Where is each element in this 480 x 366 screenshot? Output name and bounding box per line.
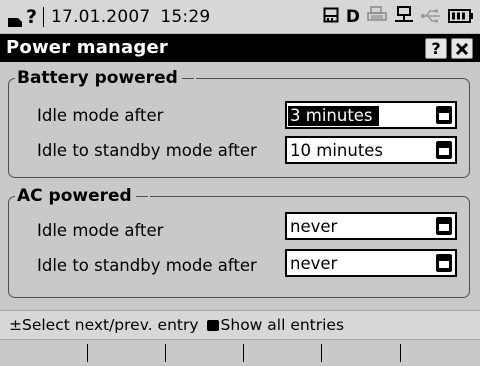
battery-icon	[448, 8, 474, 27]
status-bar: ? 17.01.2007 15:29 D	[0, 0, 480, 34]
network-icon	[394, 6, 414, 28]
battery-standby-mode-label: Idle to standby mode after	[37, 141, 257, 160]
close-icon	[455, 42, 469, 55]
battery-standby-mode-value: 10 minutes	[290, 141, 384, 160]
plus-minus-icon: ±	[9, 316, 22, 334]
help-button[interactable]: ?	[425, 38, 447, 59]
softkey-divider	[165, 344, 166, 362]
select-entry-hint: Select next/prev. entry	[22, 316, 199, 334]
d-indicator-icon: D	[345, 7, 360, 27]
ac-idle-mode-value: never	[290, 217, 338, 236]
power-manager-panel: Battery powered Idle mode after 3 minute…	[0, 62, 480, 310]
battery-powered-group-title: Battery powered	[17, 68, 178, 88]
dropdown-icon[interactable]	[436, 217, 452, 235]
ac-idle-mode-label: Idle mode after	[37, 221, 164, 240]
battery-idle-mode-select[interactable]: 3 minutes	[285, 101, 457, 129]
printer-icon	[367, 6, 387, 28]
status-date: 17.01.2007	[51, 7, 151, 27]
softkey-divider	[243, 344, 244, 362]
ac-powered-group: AC powered Idle mode after never Idle to…	[8, 186, 470, 298]
battery-standby-mode-select[interactable]: 10 minutes	[285, 136, 457, 164]
softkey-divider	[87, 344, 88, 362]
softkey-divider	[321, 344, 322, 362]
ac-powered-group-title: AC powered	[17, 186, 132, 206]
status-time: 15:29	[160, 7, 211, 27]
ac-idle-mode-select[interactable]: never	[285, 212, 457, 240]
show-all-entries-hint: Show all entries	[220, 316, 345, 334]
softkey-divider	[400, 344, 401, 362]
battery-powered-group: Battery powered Idle mode after 3 minute…	[8, 68, 470, 178]
memory-card-icon	[323, 7, 339, 27]
usb-icon	[420, 8, 442, 27]
ac-standby-mode-value: never	[290, 254, 338, 273]
question-mark-icon: ?	[26, 6, 38, 28]
window-title: Power manager	[6, 37, 168, 58]
dropdown-icon[interactable]	[436, 141, 452, 159]
softkey-bar	[0, 340, 480, 366]
ac-standby-mode-select[interactable]: never	[285, 249, 457, 277]
keyboard-icon	[8, 12, 22, 27]
keyboard-key-icon	[206, 319, 219, 331]
ac-standby-mode-label: Idle to standby mode after	[37, 256, 257, 275]
dropdown-icon[interactable]	[436, 106, 452, 124]
close-button[interactable]	[451, 38, 473, 59]
help-line: ± Select next/prev. entry Show all entri…	[0, 310, 480, 340]
dropdown-icon[interactable]	[436, 254, 452, 272]
title-bar: Power manager ?	[0, 34, 480, 62]
status-separator	[43, 7, 45, 27]
battery-idle-mode-label: Idle mode after	[37, 106, 164, 125]
battery-idle-mode-value: 3 minutes	[288, 106, 379, 126]
